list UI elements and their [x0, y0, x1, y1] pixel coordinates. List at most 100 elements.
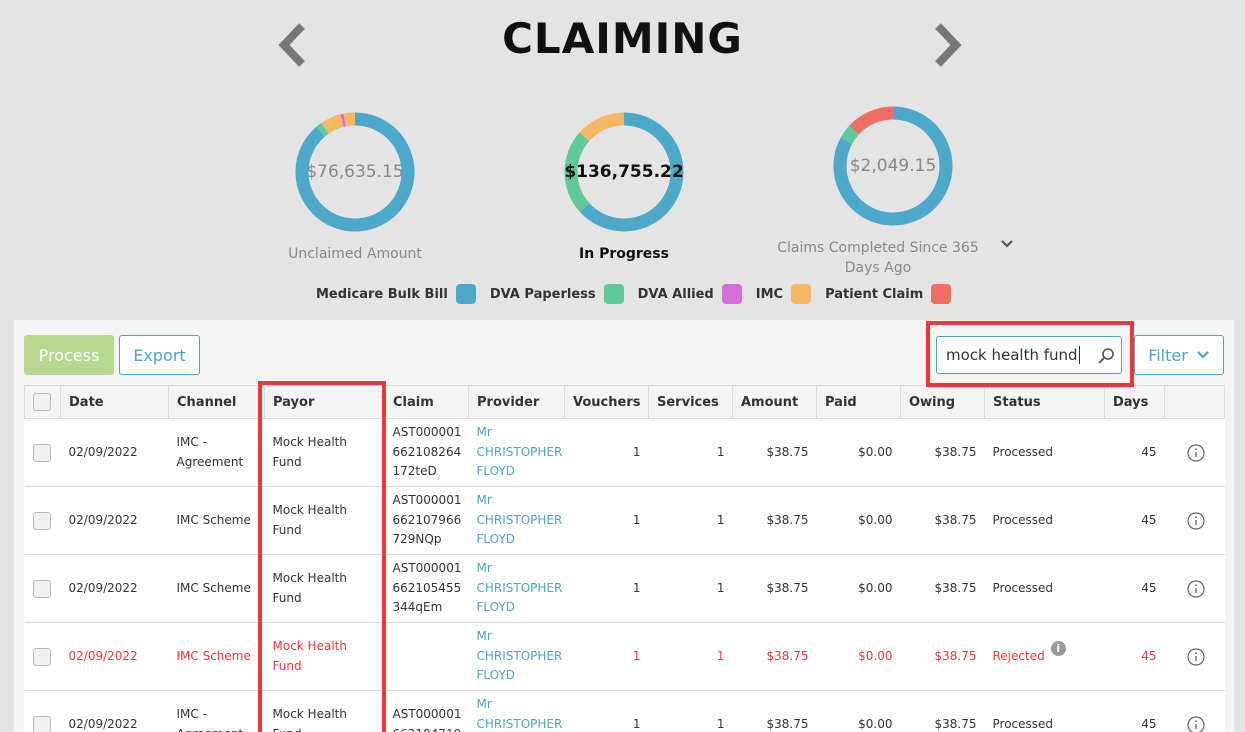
in-progress-amount: $136,755.22 — [564, 162, 684, 182]
owing-value: $38.75 — [934, 716, 977, 731]
cell-amount: $38.75 — [732, 554, 817, 623]
owing-value: $38.75 — [934, 648, 977, 663]
chevron-down-icon — [1197, 351, 1209, 359]
cell-date: 02/09/2022 — [60, 554, 169, 623]
legend-item-patient-claim: Patient Claim — [825, 284, 952, 304]
header-paid[interactable]: Paid — [816, 385, 901, 419]
cell-provider[interactable]: MrCHRISTOPHERFLOYD — [468, 554, 565, 623]
provider-line: FLOYD — [476, 600, 516, 615]
cell-date: 02/09/2022 — [60, 690, 169, 732]
table-row[interactable]: 02/09/2022 IMC - Agreement Mock Health Fund… — [24, 418, 1225, 487]
vouchers-value: 1 — [632, 580, 641, 595]
cell-provider[interactable]: MrCHRISTOPHERFLOYD — [468, 418, 565, 487]
days-value: 45 — [1141, 716, 1157, 731]
channel-line: Agreement — [177, 725, 257, 732]
channel-line: IMC Scheme — [176, 580, 251, 595]
info-icon[interactable] — [1186, 511, 1205, 530]
vouchers-value: 1 — [632, 648, 641, 663]
cell-payor: Mock Health Fund — [264, 418, 385, 487]
vouchers-value: 1 — [632, 444, 641, 459]
cell-days: 45 — [1104, 554, 1165, 623]
filter-button[interactable]: Filter — [1134, 335, 1224, 375]
row-checkbox[interactable] — [32, 443, 51, 462]
cell-paid: $0.00 — [816, 690, 901, 732]
cell-date: 02/09/2022 — [60, 486, 169, 555]
channel-line: IMC Scheme — [176, 512, 251, 527]
row-actions-cell — [1164, 622, 1225, 691]
in-progress-summary[interactable]: $136,755.22 In Progress — [504, 110, 744, 264]
header-payor[interactable]: Payor — [264, 385, 385, 419]
legend-swatch — [931, 284, 952, 304]
chevron-down-icon[interactable] — [999, 236, 1015, 252]
cell-amount: $38.75 — [732, 418, 817, 487]
row-select-cell — [24, 418, 61, 487]
cell-channel: IMC Scheme — [168, 554, 265, 623]
provider-line: Mr — [476, 629, 492, 644]
cell-days: 45 — [1104, 486, 1165, 555]
provider-line: Mr — [476, 493, 492, 508]
header-services[interactable]: Services — [648, 385, 733, 419]
rejection-info-icon[interactable]: i — [1050, 640, 1066, 656]
cell-channel: IMC - Agreement — [168, 418, 265, 487]
table-row[interactable]: 02/09/2022 IMC Scheme Mock Health Fund AST0… — [24, 554, 1225, 623]
header-days[interactable]: Days — [1104, 385, 1165, 419]
row-checkbox[interactable] — [32, 647, 51, 666]
row-checkbox[interactable] — [32, 579, 51, 598]
process-button[interactable]: Process — [24, 335, 114, 375]
provider-line: Mr — [476, 425, 492, 440]
amount-value: $38.75 — [766, 716, 809, 731]
cell-claim: AST000001 662105455 344qEm — [384, 554, 469, 623]
header-vouchers[interactable]: Vouchers — [564, 385, 649, 419]
date-value: 02/09/2022 — [68, 580, 138, 595]
unclaimed-summary[interactable]: $76,635.15 Unclaimed Amount — [235, 110, 475, 264]
claims-panel: Process Export mock health fund Filter D… — [14, 320, 1234, 732]
provider-line: CHRISTOPHER — [476, 580, 563, 595]
row-actions-cell — [1164, 486, 1225, 555]
completed-summary[interactable]: $2,049.15 Claims Completed Since 365 Day… — [773, 104, 1013, 278]
table-row[interactable]: 02/09/2022 IMC Scheme Mock Health Fund Mr CH… — [24, 622, 1225, 691]
cell-channel: IMC - Agreement — [168, 690, 265, 732]
cell-provider[interactable]: MrCHRISTOPHERFLOYD — [468, 486, 565, 555]
header-amount[interactable]: Amount — [732, 385, 817, 419]
header-provider[interactable]: Provider — [468, 385, 565, 419]
amount-value: $38.75 — [766, 580, 809, 595]
row-checkbox[interactable] — [32, 715, 51, 732]
provider-line: Mr — [476, 697, 492, 712]
header-claim[interactable]: Claim — [384, 385, 469, 419]
legend-swatch — [455, 284, 476, 304]
select-all-checkbox[interactable] — [33, 393, 51, 411]
vouchers-value: 1 — [632, 512, 641, 527]
info-icon[interactable] — [1186, 443, 1205, 462]
cell-claim: AST000001 662107966 729NQp — [384, 486, 469, 555]
channel-line: IMC - — [176, 707, 207, 721]
next-arrow-icon[interactable] — [930, 22, 966, 68]
payor-value: Mock Health Fund — [272, 503, 347, 537]
page-title: CLAIMING — [502, 14, 743, 63]
header-date[interactable]: Date — [60, 385, 169, 419]
table-row[interactable]: 02/09/2022 IMC Scheme Mock Health Fund AST0… — [24, 486, 1225, 555]
cell-provider[interactable]: MrCHRISTOPHERFLOYD — [468, 622, 565, 691]
services-value: 1 — [716, 716, 725, 731]
services-value: 1 — [716, 580, 725, 595]
days-value: 45 — [1141, 648, 1157, 663]
header-status[interactable]: Status — [984, 385, 1105, 419]
search-icon[interactable] — [1097, 347, 1115, 365]
provider-line: FLOYD — [476, 532, 516, 547]
row-actions-cell — [1164, 554, 1225, 623]
row-select-cell — [24, 554, 61, 623]
row-checkbox[interactable] — [32, 511, 51, 530]
header-owing[interactable]: Owing — [900, 385, 985, 419]
search-input[interactable]: mock health fund — [936, 336, 1122, 374]
legend-item-dva-paperless: DVA Paperless — [490, 284, 624, 304]
amount-value: $38.75 — [766, 512, 809, 527]
info-icon[interactable] — [1186, 715, 1205, 732]
info-icon[interactable] — [1186, 647, 1205, 666]
provider-line: FLOYD — [476, 464, 516, 479]
cell-amount: $38.75 — [732, 622, 817, 691]
export-button[interactable]: Export — [119, 335, 200, 375]
cell-provider[interactable]: MrCHRISTOPHERFLOYD — [468, 690, 565, 732]
paid-value: $0.00 — [858, 512, 893, 527]
header-channel[interactable]: Channel — [168, 385, 265, 419]
info-icon[interactable] — [1186, 579, 1205, 598]
table-row[interactable]: 02/09/2022 IMC - Agreement Mock Health Fund… — [24, 690, 1225, 732]
